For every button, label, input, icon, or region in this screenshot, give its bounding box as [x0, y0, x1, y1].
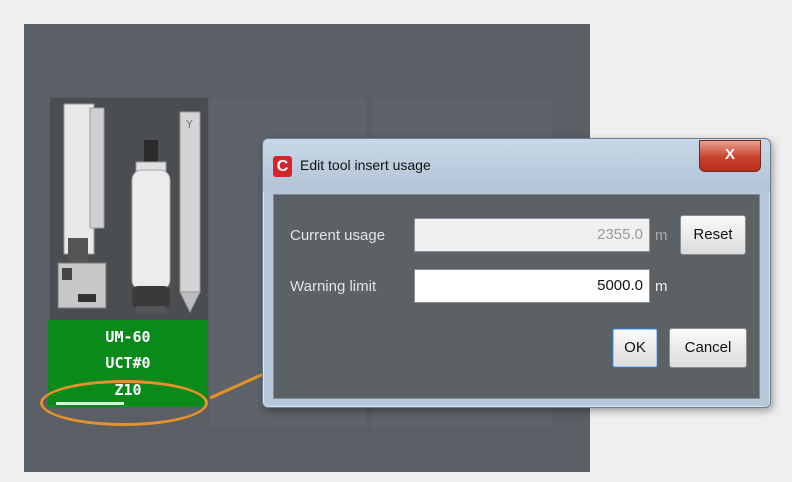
current-usage-field: 2355.0	[414, 218, 650, 252]
tool-model-label: UM-60	[105, 328, 151, 346]
current-usage-unit: m	[655, 227, 668, 244]
ok-button[interactable]: OK	[612, 328, 658, 368]
cam-app-logo-icon: C	[273, 156, 292, 177]
warning-limit-unit: m	[655, 278, 668, 295]
svg-text:Y: Y	[185, 118, 193, 131]
tool-image: Y	[50, 98, 208, 320]
cancel-button[interactable]: Cancel	[669, 328, 747, 368]
close-icon: X	[724, 146, 735, 163]
warning-limit-input[interactable]: 5000.0	[414, 269, 650, 303]
close-button[interactable]: X	[699, 140, 761, 172]
dialog-body: Current usage 2355.0 m Reset Warning lim…	[273, 194, 760, 399]
tool-illustration: Y	[57, 103, 201, 314]
edit-tool-usage-dialog: C Edit tool insert usage X Current usage…	[262, 138, 771, 408]
current-usage-label: Current usage	[290, 227, 386, 244]
reset-button[interactable]: Reset	[680, 215, 746, 255]
tool-holder-label: UCT#0	[105, 354, 151, 372]
highlight-ellipse	[40, 380, 208, 426]
warning-limit-label: Warning limit	[290, 278, 377, 295]
dialog-title: Edit tool insert usage	[300, 157, 431, 173]
